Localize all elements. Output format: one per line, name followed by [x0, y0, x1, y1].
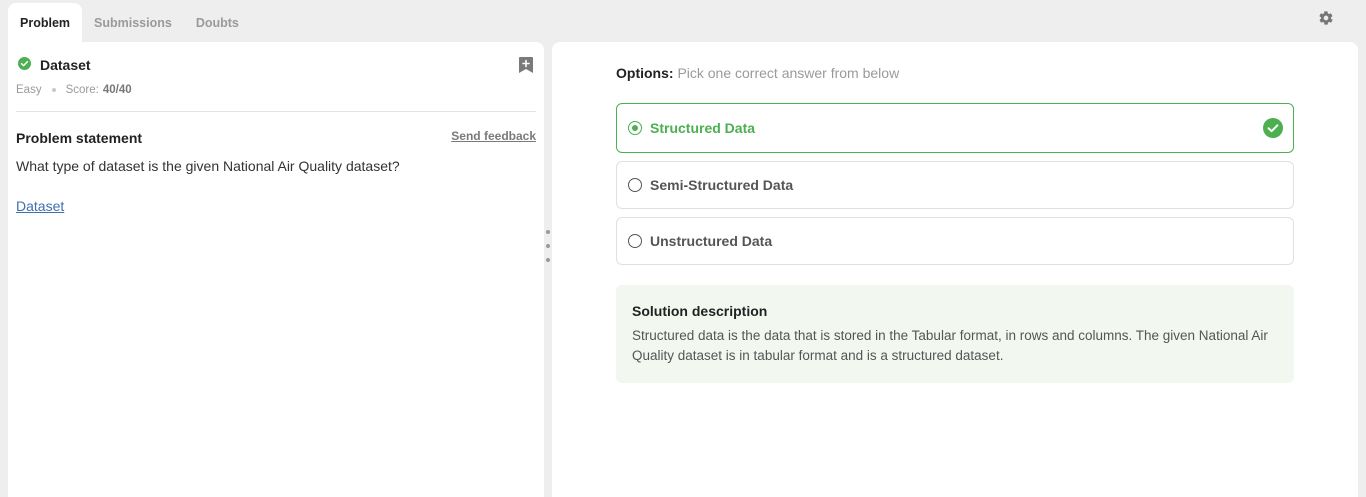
options-header: Options: Pick one correct answer from be…	[616, 65, 899, 81]
correct-check-icon	[1263, 118, 1283, 138]
solution-box: Solution description Structured data is …	[616, 285, 1294, 383]
solution-title: Solution description	[632, 303, 768, 319]
option-label: Semi-Structured Data	[650, 177, 794, 193]
score-label: Score:	[65, 84, 99, 96]
options-label: Options:	[616, 65, 674, 81]
bookmark-add-icon[interactable]	[518, 56, 534, 74]
option-label: Unstructured Data	[650, 233, 773, 249]
difficulty-label: Easy	[16, 84, 42, 96]
option-label: Structured Data	[650, 120, 756, 136]
send-feedback-link[interactable]: Send feedback	[451, 129, 536, 143]
solution-text: Structured data is the data that is stor…	[632, 328, 1268, 363]
separator-dot	[51, 88, 56, 92]
radio-selected[interactable]	[628, 121, 642, 135]
problem-statement-text: What type of dataset is the given Nation…	[16, 158, 400, 174]
radio-unselected[interactable]	[628, 234, 642, 248]
option-unstructured-data[interactable]: Unstructured Data	[616, 217, 1294, 265]
problem-meta: Easy Score: 40/40	[16, 84, 132, 96]
tab-doubts[interactable]: Doubts	[184, 3, 251, 42]
dataset-link[interactable]: Dataset	[16, 198, 64, 214]
problem-statement-title: Problem statement	[16, 130, 143, 146]
divider	[16, 111, 536, 112]
panel-resize-handle[interactable]	[545, 230, 551, 262]
radio-unselected[interactable]	[628, 178, 642, 192]
problem-title: Dataset	[40, 57, 91, 73]
option-structured-data[interactable]: Structured Data	[616, 103, 1294, 153]
problem-panel: Dataset Easy Score: 40/40 Problem statem…	[8, 42, 544, 497]
tab-submissions[interactable]: Submissions	[82, 3, 184, 42]
option-semi-structured-data[interactable]: Semi-Structured Data	[616, 161, 1294, 209]
score-value: 40/40	[102, 84, 132, 96]
tab-problem[interactable]: Problem	[8, 3, 83, 42]
options-panel: Options: Pick one correct answer from be…	[552, 42, 1358, 497]
tab-bar: Problem Submissions Doubts	[8, 3, 251, 42]
options-hint: Pick one correct answer from below	[677, 65, 900, 81]
gear-icon[interactable]	[1318, 10, 1334, 26]
check-circle-icon	[18, 57, 31, 70]
